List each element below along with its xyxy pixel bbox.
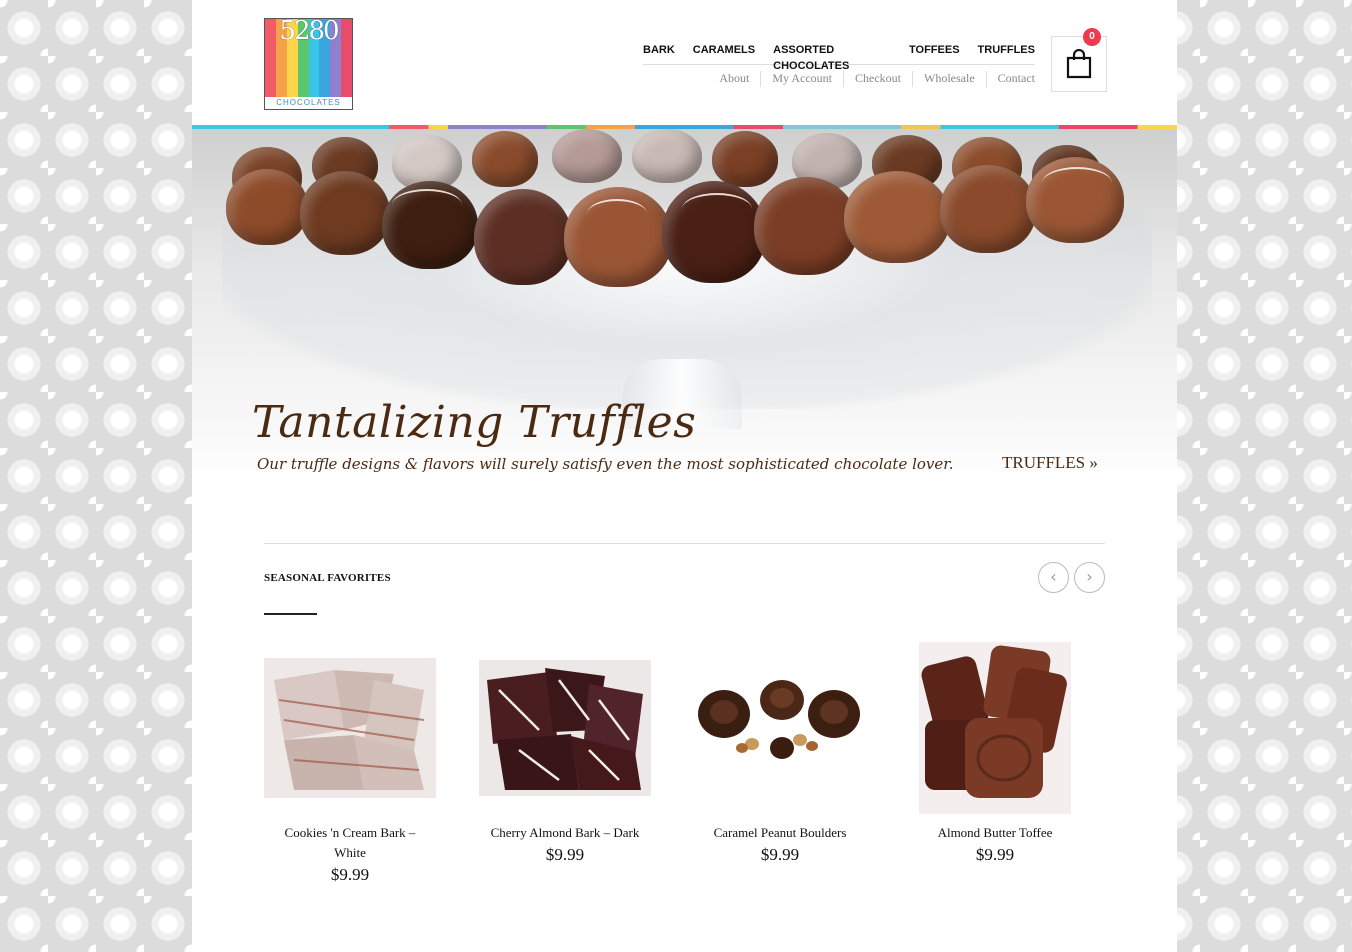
product-name[interactable]: Caramel Peanut Boulders (694, 823, 866, 843)
section-divider (264, 543, 1105, 544)
white-drizzle (1042, 167, 1112, 199)
product-name[interactable]: Cookies 'n Cream Bark – White (264, 823, 436, 863)
logo-tagline: CHOCOLATES (265, 97, 352, 109)
nav-assorted-chocolates[interactable]: ASSORTED CHOCOLATES (773, 42, 891, 72)
hero-banner[interactable]: Tantalizing Truffles Our truffle designs… (192, 129, 1177, 485)
product-image[interactable] (694, 640, 866, 814)
cart-count-badge: 0 (1083, 28, 1101, 46)
hero-truffles-link[interactable]: TRUFFLES » (1002, 453, 1098, 473)
truffle (474, 189, 572, 285)
almond-butter-toffee-image (919, 642, 1071, 814)
product-name[interactable]: Cherry Almond Bark – Dark (479, 823, 651, 843)
product-image[interactable] (264, 640, 436, 814)
product-card[interactable]: Cookies 'n Cream Bark – White $9.99 (264, 640, 436, 885)
product-card[interactable]: Cherry Almond Bark – Dark $9.99 (479, 640, 651, 865)
section-title-underline (264, 613, 317, 615)
hero-subtitle: Our truffle designs & flavors will surel… (257, 455, 954, 473)
product-price: $9.99 (975, 845, 1015, 864)
truffle (712, 131, 778, 187)
nav-bark[interactable]: BARK (643, 42, 675, 64)
product-price: $9.99 (330, 865, 370, 884)
product-image[interactable] (479, 640, 651, 814)
nav-truffles[interactable]: TRUFFLES (978, 42, 1035, 64)
main-nav: BARK CARAMELS ASSORTED CHOCOLATES TOFFEE… (643, 42, 1035, 72)
product-card[interactable]: Caramel Peanut Boulders $9.99 (694, 640, 866, 865)
subnav-about[interactable]: About (708, 71, 760, 87)
chevron-left-icon: ‹ (1050, 567, 1057, 586)
product-card[interactable]: Almond Butter Toffee $9.99 (909, 640, 1081, 865)
truffle (632, 129, 702, 183)
product-price: $9.99 (545, 845, 585, 864)
truffle (226, 169, 308, 245)
caramel-peanut-boulders-image (694, 640, 866, 814)
white-drizzle (682, 193, 752, 225)
truffle (844, 171, 950, 263)
white-drizzle (587, 199, 647, 229)
white-drizzle (392, 189, 462, 221)
logo-digits: 5280 (279, 18, 339, 46)
cookies-cream-bark-image (264, 658, 436, 798)
chevron-right-icon: › (1086, 567, 1093, 586)
subnav-checkout[interactable]: Checkout (843, 71, 912, 87)
truffle (472, 131, 538, 187)
nav-caramels[interactable]: CARAMELS (693, 42, 755, 64)
product-image[interactable] (909, 640, 1081, 814)
truffle (940, 165, 1036, 253)
cherry-almond-bark-image (479, 660, 651, 796)
truffle (754, 177, 858, 275)
subnav-wholesale[interactable]: Wholesale (912, 71, 986, 87)
hero-title: Tantalizing Truffles (252, 397, 697, 448)
shopping-bag-icon (1066, 49, 1092, 79)
carousel-next-button[interactable]: › (1074, 562, 1105, 593)
product-name[interactable]: Almond Butter Toffee (909, 823, 1081, 843)
site-logo[interactable]: 5280 CHOCOLATES (264, 18, 353, 110)
subnav-my-account[interactable]: My Account (760, 71, 843, 87)
truffle (552, 129, 622, 183)
cart-button[interactable]: 0 (1051, 28, 1107, 92)
page-container: 5280 CHOCOLATES BARK CARAMELS ASSORTED C… (192, 0, 1177, 952)
subnav-contact[interactable]: Contact (985, 71, 1035, 87)
nav-toffees[interactable]: TOFFEES (909, 42, 960, 64)
truffle (300, 171, 390, 255)
sub-nav: About My Account Checkout Wholesale Cont… (643, 71, 1035, 87)
section-title: SEASONAL FAVORITES (264, 572, 391, 584)
carousel-prev-button[interactable]: ‹ (1038, 562, 1069, 593)
product-price: $9.99 (760, 845, 800, 864)
